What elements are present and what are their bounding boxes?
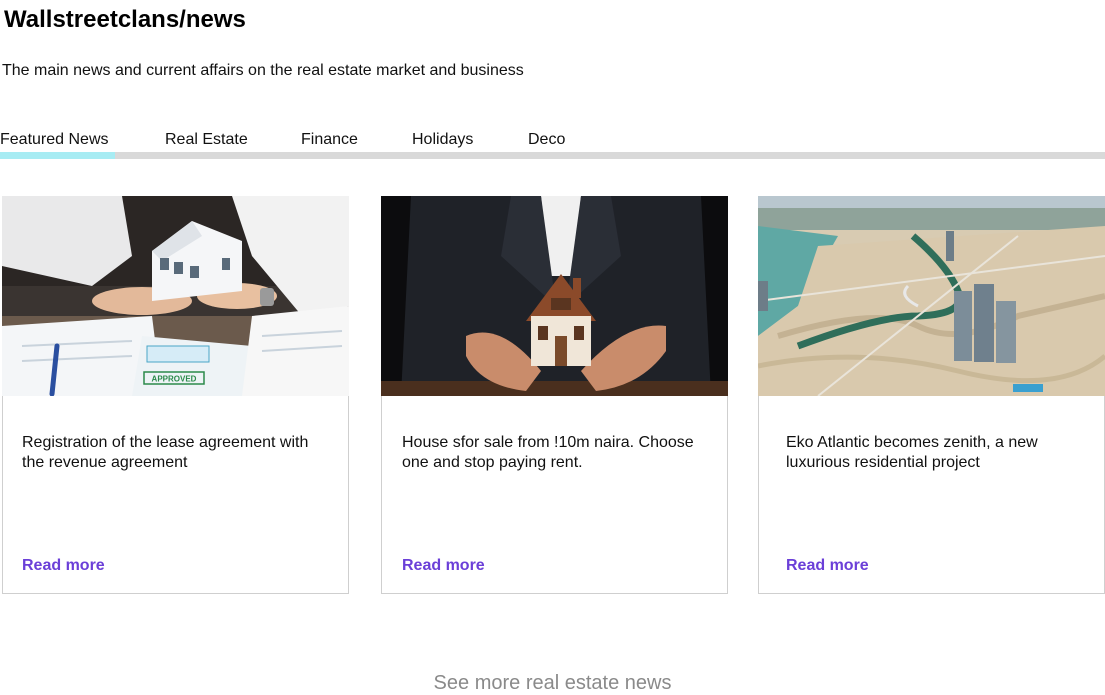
tab-holidays[interactable]: Holidays	[412, 131, 473, 149]
news-tabs: Featured News Real Estate Finance Holida…	[0, 126, 1105, 160]
tabs-track	[0, 152, 1105, 159]
tab-finance[interactable]: Finance	[301, 131, 358, 149]
active-tab-indicator	[0, 152, 115, 159]
news-card: House sfor sale from !10m naira. Choose …	[381, 196, 728, 594]
site-subtitle: The main news and current affairs on the…	[2, 62, 524, 79]
tab-deco[interactable]: Deco	[528, 131, 565, 149]
read-more-link[interactable]: Read more	[402, 557, 485, 575]
card-title: Registration of the lease agreement with…	[22, 434, 309, 471]
approved-stamp-text: APPROVED	[152, 375, 197, 384]
site-title: Wallstreetclans/news	[4, 6, 246, 33]
eko-atlantic-aerial-photo[interactable]	[758, 196, 1105, 396]
card-title: House sfor sale from !10m naira. Choose …	[402, 434, 694, 471]
house-in-hands-photo[interactable]	[381, 196, 728, 396]
see-more-news-link[interactable]: See more real estate news	[0, 672, 1105, 695]
lease-agreement-photo[interactable]: APPROVED	[2, 196, 349, 396]
card-title: Eko Atlantic becomes zenith, a new luxur…	[786, 434, 1038, 471]
read-more-link[interactable]: Read more	[22, 557, 105, 575]
news-card: Eko Atlantic becomes zenith, a new luxur…	[758, 196, 1105, 594]
read-more-link[interactable]: Read more	[786, 557, 869, 575]
news-card: APPROVED Registration of the lease agree…	[2, 196, 349, 594]
tab-real-estate[interactable]: Real Estate	[165, 131, 248, 149]
tab-featured-news[interactable]: Featured News	[0, 131, 109, 149]
